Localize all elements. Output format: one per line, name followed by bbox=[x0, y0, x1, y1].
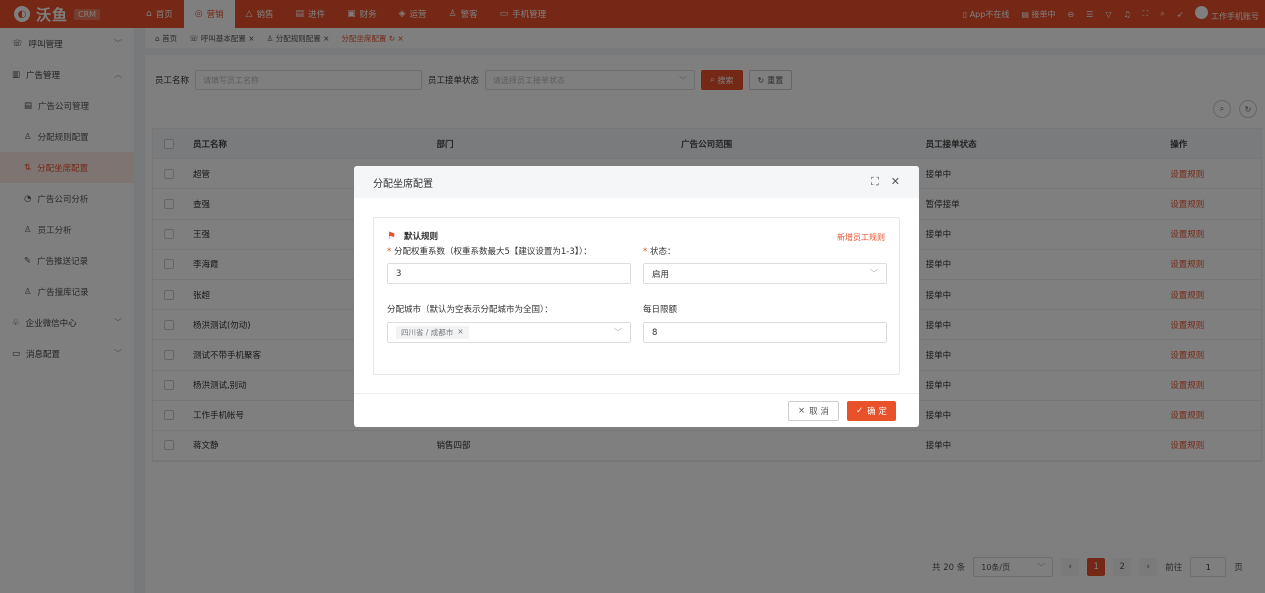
check-icon: ✓ bbox=[856, 406, 864, 416]
chevron-down-icon: ﹀ bbox=[870, 269, 878, 278]
fullscreen-icon[interactable]: ⛶ bbox=[871, 175, 879, 189]
status-label: * 状态： bbox=[643, 247, 676, 257]
weight-input[interactable]: 3 bbox=[387, 263, 631, 284]
close-icon: × bbox=[798, 406, 806, 416]
rule-card: ⚑ 默认规则 新增员工规则 * 分配权重系数（权重系数最大5【建议设置为1-3】）… bbox=[373, 217, 900, 375]
rule-title: ⚑ 默认规则 bbox=[387, 230, 438, 243]
weight-label: * 分配权重系数（权重系数最大5【建议设置为1-3】）： bbox=[387, 247, 592, 257]
seat-config-dialog: 分配坐席配置 ⛶ ✕ ⚑ 默认规则 新增员工规则 * 分配权重系数（权重系数最大5… bbox=[354, 166, 919, 427]
dialog-footer: × 取 消 ✓ 确 定 bbox=[354, 393, 919, 427]
close-icon[interactable]: ✕ bbox=[891, 175, 900, 189]
dialog-title: 分配坐席配置 bbox=[373, 178, 433, 190]
new-rule-link[interactable]: 新增员工规则 bbox=[837, 232, 885, 243]
status-select[interactable]: 启用 ﹀ bbox=[643, 263, 887, 284]
city-select[interactable]: 四川省 / 成都市 × ﹀ bbox=[387, 322, 631, 343]
chevron-down-icon: ﹀ bbox=[614, 328, 622, 337]
city-label: 分配城市（默认为空表示分配城市为全国）： bbox=[387, 305, 553, 315]
daily-limit-label: 每日限额 bbox=[643, 305, 678, 315]
confirm-button[interactable]: ✓ 确 定 bbox=[847, 401, 896, 421]
flag-icon: ⚑ bbox=[387, 230, 396, 242]
dialog-header: 分配坐席配置 ⛶ ✕ bbox=[354, 166, 919, 198]
close-icon[interactable]: × bbox=[457, 327, 463, 338]
city-tag[interactable]: 四川省 / 成都市 × bbox=[396, 326, 469, 339]
cancel-button[interactable]: × 取 消 bbox=[788, 401, 839, 421]
daily-limit-input[interactable]: 8 bbox=[643, 322, 887, 343]
